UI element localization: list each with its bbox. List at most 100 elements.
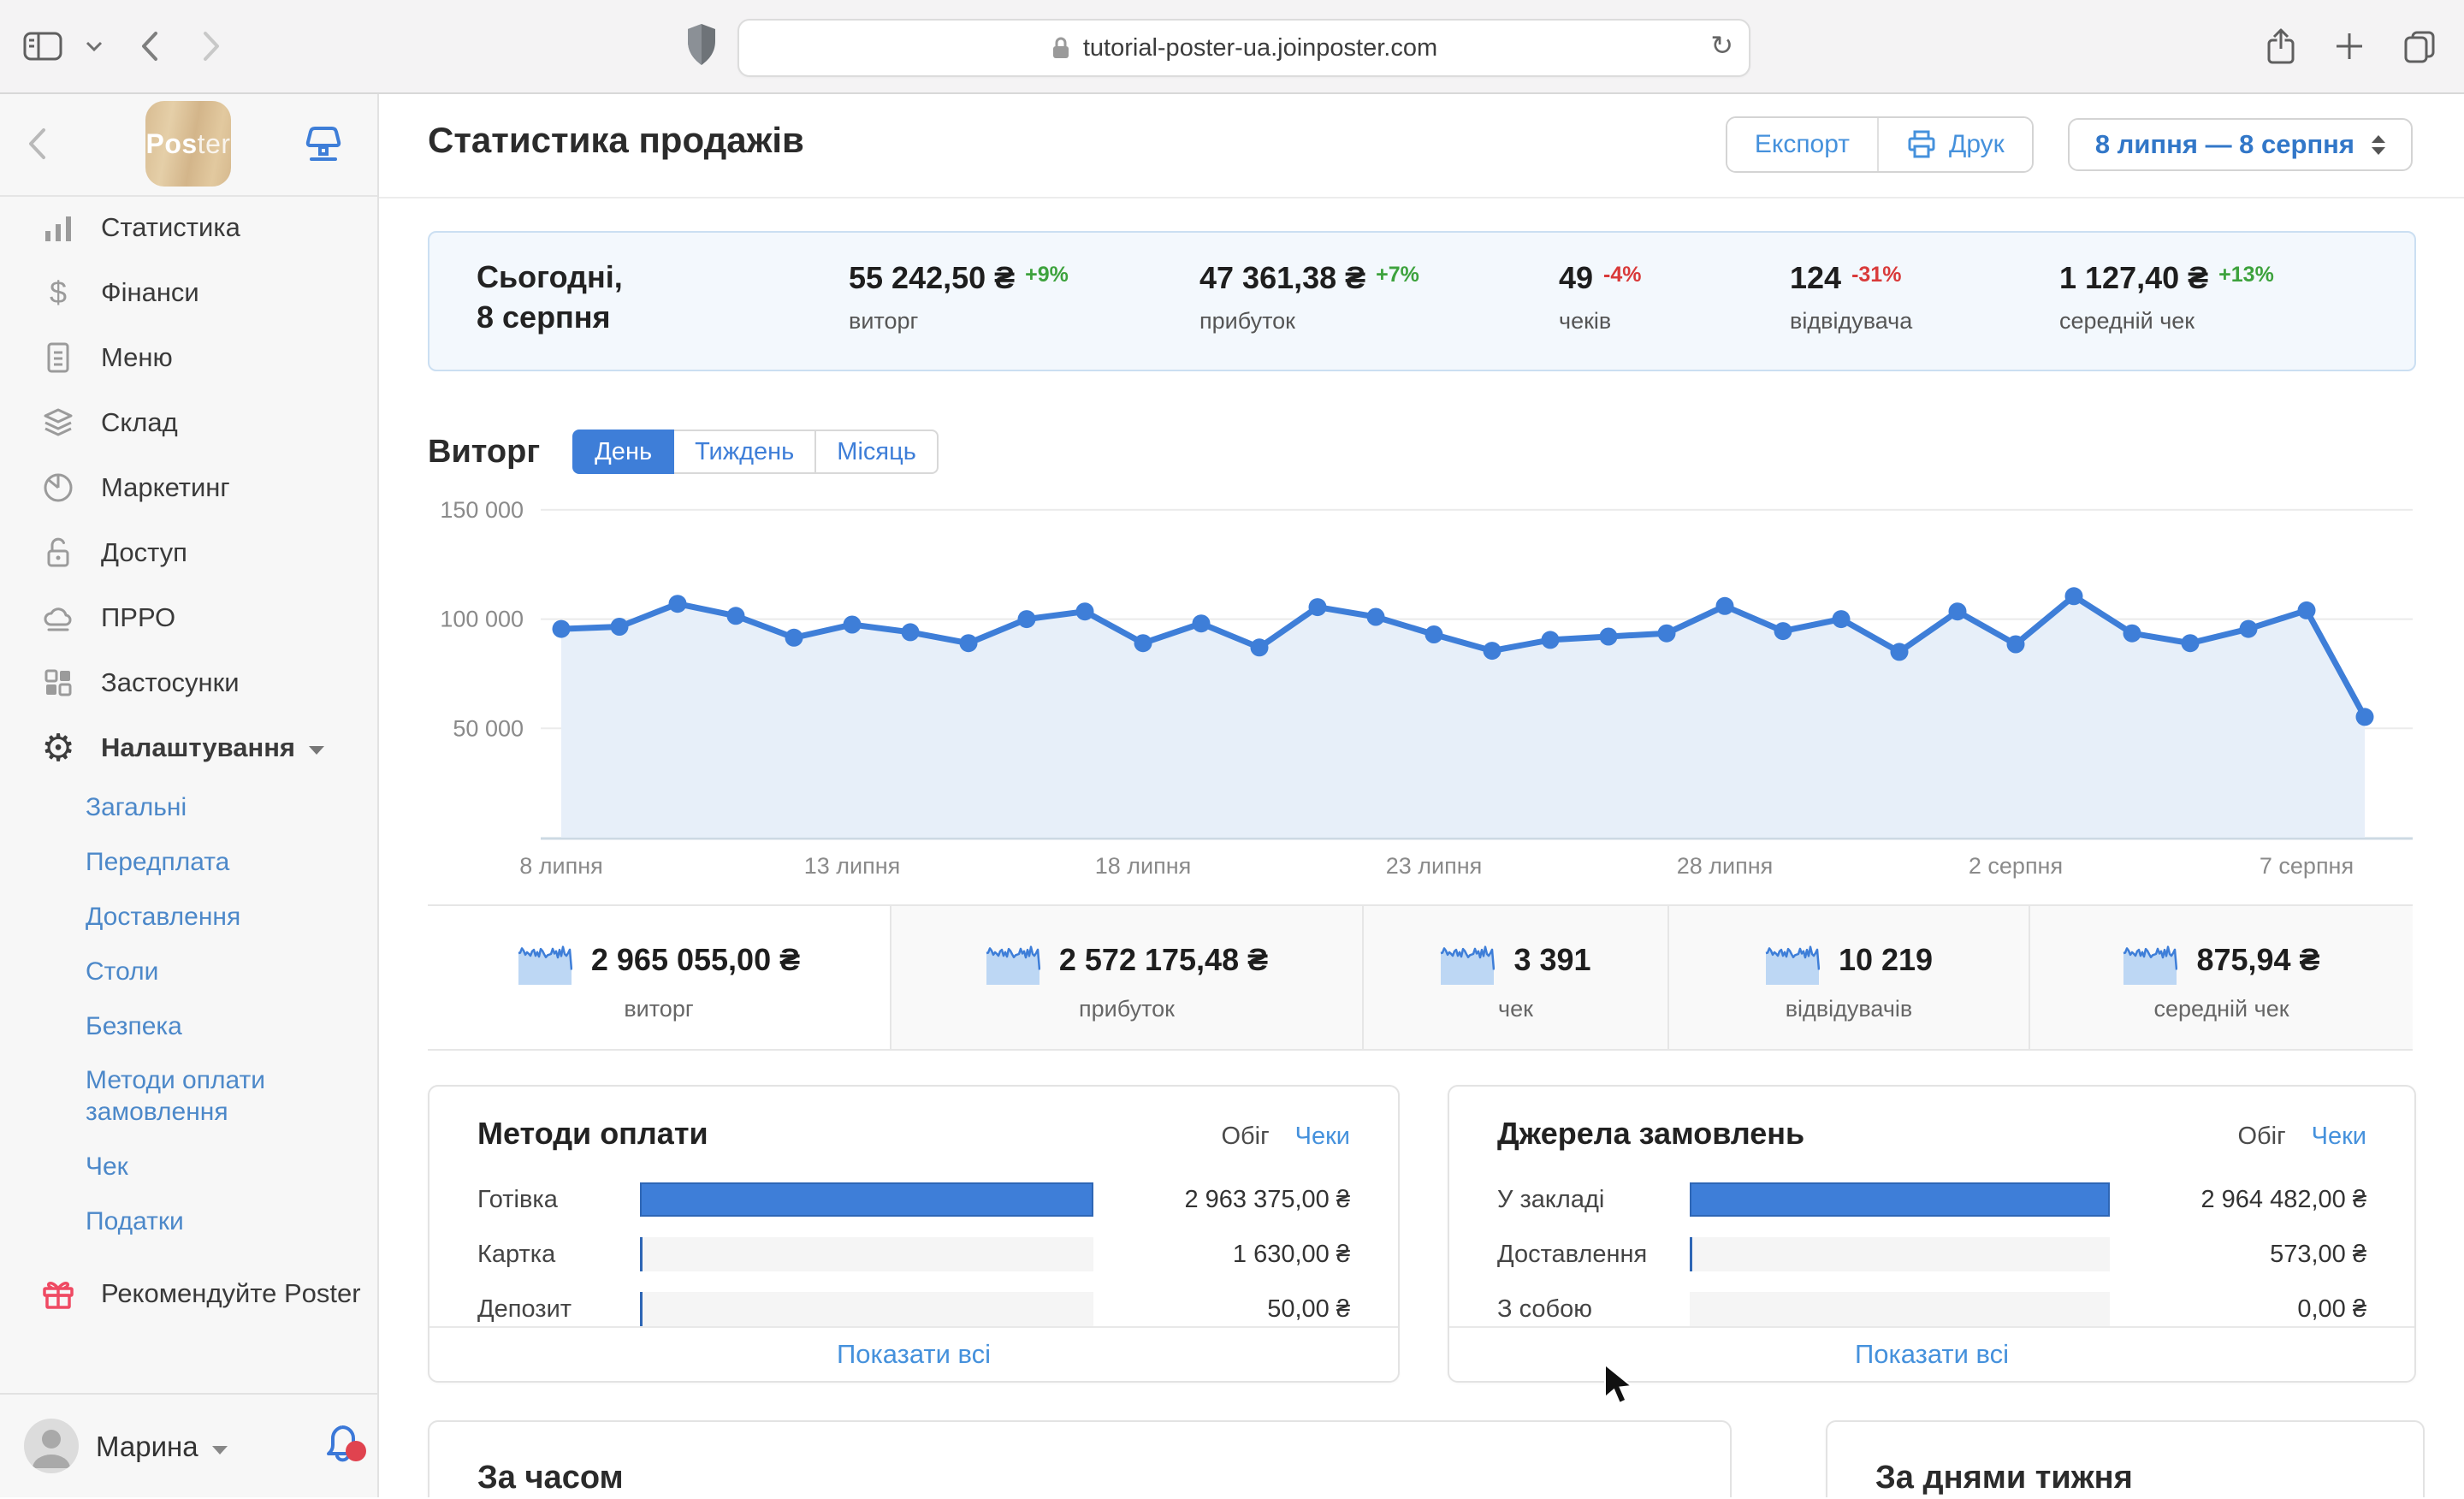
today-summary-card: Сьогодні, 8 серпня 55 242,50 ₴ +9% виторг… [428, 231, 2416, 371]
toggle-turnover[interactable]: Обіг [1221, 1123, 1269, 1151]
pie-chart-icon [39, 469, 77, 507]
bar [640, 1182, 1093, 1217]
total-profit-cell[interactable]: 2 572 175,48 ₴ прибуток [891, 906, 1364, 1049]
notifications-bell-icon[interactable] [320, 1419, 368, 1470]
svg-text:8 липня: 8 липня [519, 853, 603, 879]
address-bar[interactable]: tutorial-poster-ua.joinposter.com ↻ [737, 19, 1750, 77]
submenu-subscription[interactable]: Передплата [0, 835, 377, 890]
pos-terminal-icon[interactable] [301, 123, 346, 166]
browser-toolbar: tutorial-poster-ua.joinposter.com ↻ [0, 0, 2464, 94]
by-weekday-title: За днями тижня [1875, 1460, 2133, 1496]
totals-row: 2 965 055,00 ₴ виторг 2 572 175,48 ₴ при… [428, 904, 2413, 1051]
gift-icon [39, 1275, 77, 1312]
toggle-receipts[interactable]: Чеки [1295, 1123, 1350, 1151]
total-visitors-cell[interactable]: 10 219 відвідувачів [1669, 906, 2030, 1049]
today-stat-avg-receipt: 1 127,40 ₴ +13% середній чек [2059, 260, 2274, 334]
sidebar-item-prro[interactable]: ПРРО [0, 585, 377, 650]
svg-text:150 000: 150 000 [440, 497, 524, 523]
payment-methods-show-all-link[interactable]: Показати всі [429, 1326, 1398, 1381]
poster-logo[interactable]: Pos ter [145, 101, 231, 187]
order-sources-toggle: Обіг Чеки [2237, 1123, 2366, 1151]
submenu-receipt[interactable]: Чек [0, 1140, 377, 1194]
total-revenue-cell[interactable]: 2 965 055,00 ₴ виторг [428, 906, 891, 1049]
sidebar-header: Pos ter [0, 94, 377, 197]
submenu-general[interactable]: Загальні [0, 780, 377, 835]
sparkline-icon [986, 945, 1040, 985]
page-title: Статистика продажів [428, 120, 804, 160]
payment-methods-card: Методи оплати Обіг Чеки Готівка 2 963 37… [428, 1085, 1400, 1383]
reload-icon[interactable]: ↻ [1710, 29, 1733, 62]
export-button[interactable]: Експорт [1727, 118, 1878, 171]
export-print-group: Експорт Друк [1725, 116, 2034, 173]
submenu-taxes[interactable]: Податки [0, 1194, 377, 1249]
svg-text:100 000: 100 000 [440, 607, 524, 632]
back-button[interactable] [140, 31, 159, 62]
main-content: Статистика продажів Експорт Друк 8 липня… [379, 94, 2464, 1497]
sidebar-item-apps[interactable]: Застосунки [0, 650, 377, 715]
layers-icon [39, 404, 77, 441]
settings-submenu: Загальні Передплата Доставлення Столи Бе… [0, 780, 377, 1249]
svg-text:18 липня: 18 липня [1095, 853, 1192, 879]
by-time-card: За часом [428, 1420, 1732, 1497]
sidebar-item-menu[interactable]: Меню [0, 325, 377, 390]
avatar[interactable] [24, 1419, 79, 1473]
sidebar-item-access[interactable]: Доступ [0, 520, 377, 585]
tab-week[interactable]: Тиждень [674, 430, 817, 474]
total-receipts-cell[interactable]: 3 391 чек [1364, 906, 1669, 1049]
sidebar-item-settings[interactable]: ⚙ Налаштування [0, 715, 377, 780]
today-stat-profit: 47 361,38 ₴ +7% прибуток [1199, 260, 1419, 334]
tab-month[interactable]: Місяць [816, 430, 939, 474]
sparkline-icon [518, 945, 572, 985]
sparkline-icon [1441, 945, 1496, 985]
submenu-payment-methods[interactable]: Методи оплати замовлення [0, 1054, 342, 1140]
svg-text:13 липня: 13 липня [804, 853, 901, 879]
settings-caret-icon [309, 746, 325, 755]
total-avg-receipt-cell[interactable]: 875,94 ₴ середній чек [2030, 906, 2413, 1049]
print-button[interactable]: Друк [1877, 118, 2032, 171]
printer-icon [1906, 130, 1937, 159]
grid-icon [39, 664, 77, 702]
submenu-tables[interactable]: Столи [0, 945, 377, 999]
user-menu[interactable]: Марина [96, 1431, 228, 1463]
svg-text:2 серпня: 2 серпня [1969, 853, 2063, 879]
svg-text:28 липня: 28 липня [1677, 853, 1774, 879]
recommend-poster-link[interactable]: Рекомендуйте Poster [0, 1261, 417, 1326]
sidebar-item-stock[interactable]: Склад [0, 390, 377, 455]
toolbar-chevron-down-icon[interactable] [86, 41, 103, 51]
user-bar: Марина [0, 1393, 377, 1499]
sidebar-item-finance[interactable]: $ Фінанси [0, 260, 377, 325]
new-tab-icon[interactable] [2334, 31, 2365, 62]
svg-text:23 липня: 23 липня [1386, 853, 1483, 879]
tab-overview-icon[interactable] [2401, 27, 2438, 65]
order-sources-show-all-link[interactable]: Показати всі [1449, 1326, 2414, 1381]
revenue-chart: 150 000 100 000 50 000 8 липня 13 липня 18 ли… [440, 497, 2413, 879]
dollar-icon: $ [49, 275, 68, 310]
privacy-shield-icon[interactable] [684, 22, 719, 67]
submenu-security[interactable]: Безпека [0, 999, 377, 1054]
poster-logo-text-bold: Pos [145, 127, 198, 159]
tab-day[interactable]: День [572, 430, 675, 474]
toggle-turnover[interactable]: Обіг [2237, 1123, 2285, 1151]
gear-icon: ⚙ [41, 726, 75, 769]
period-tabs: День Тиждень Місяць [572, 430, 939, 474]
sidebar-toggle-icon[interactable] [22, 29, 63, 63]
payment-methods-toggle: Обіг Чеки [1221, 1123, 1350, 1151]
sidebar: Pos ter Статистика $ Фінанси Меню Склад … [0, 94, 379, 1497]
share-icon[interactable] [2264, 27, 2298, 66]
bar [1690, 1182, 2110, 1217]
date-range-picker[interactable]: 8 липня — 8 серпня [2067, 118, 2413, 171]
page-header: Статистика продажів Експорт Друк 8 липня… [379, 94, 2464, 198]
submenu-delivery[interactable]: Доставлення [0, 890, 377, 945]
bar [640, 1237, 1093, 1271]
sparkline-icon [2123, 945, 2178, 985]
cloud-icon [39, 599, 77, 637]
sidebar-item-statistics[interactable]: Статистика [0, 195, 377, 260]
bar-chart-icon [39, 209, 77, 246]
sidebar-item-marketing[interactable]: Маркетинг [0, 455, 377, 520]
toggle-receipts[interactable]: Чеки [2312, 1123, 2366, 1151]
by-time-title: За часом [477, 1460, 624, 1496]
collapse-sidebar-icon[interactable] [26, 125, 48, 163]
forward-button[interactable] [202, 31, 221, 62]
today-stat-receipts: 49 -4% чеків [1559, 260, 1642, 334]
source-row-delivery: Доставлення 573,00 ₴ [1497, 1227, 2366, 1282]
